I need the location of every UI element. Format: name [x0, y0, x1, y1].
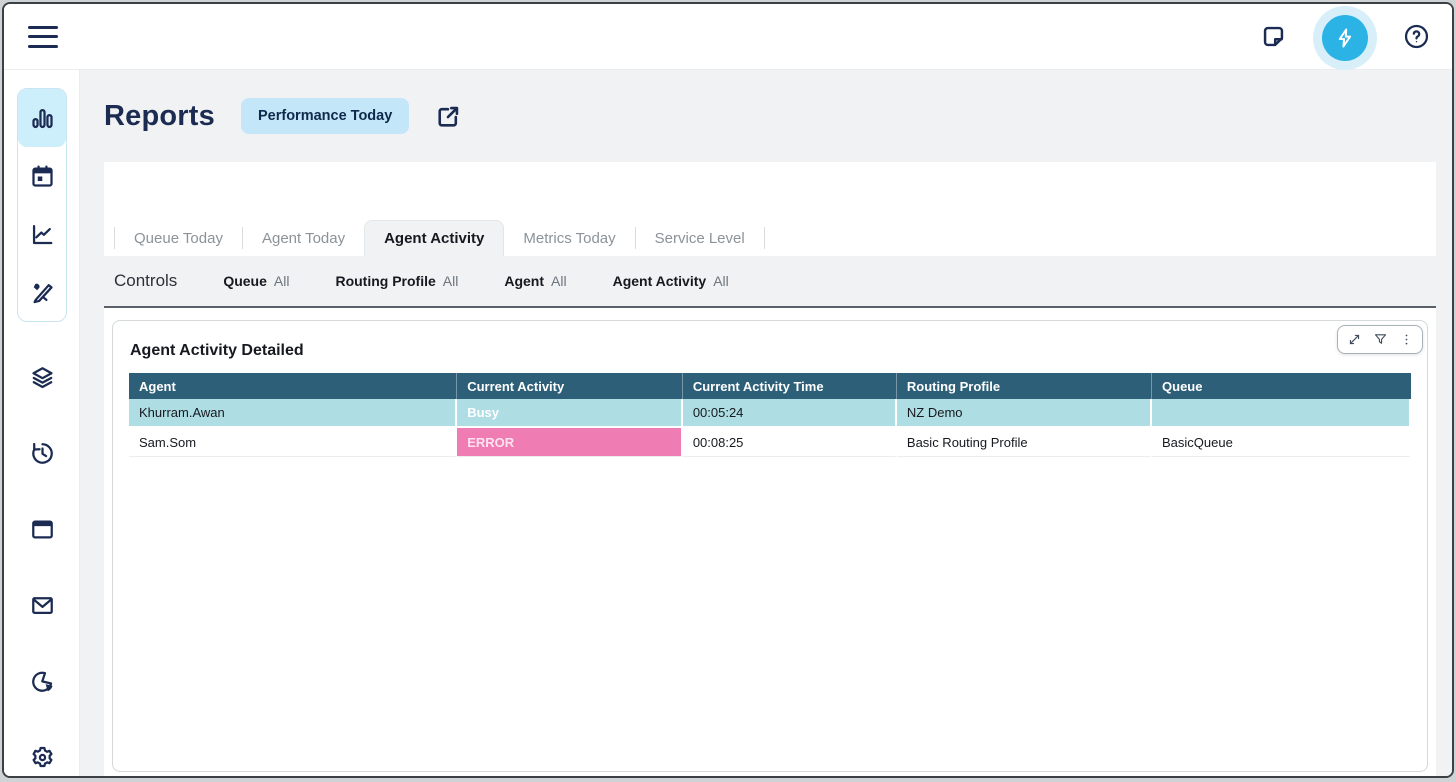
sidebar-item-history[interactable]: [17, 424, 67, 482]
filter-label: Agent Activity: [613, 273, 707, 289]
filter-value: All: [551, 273, 567, 289]
hamburger-menu-icon[interactable]: [28, 26, 58, 48]
lightning-icon: [1322, 15, 1368, 61]
sidebar-reports-group: [17, 88, 67, 322]
filter-queue[interactable]: Queue All: [223, 273, 289, 289]
filter-label: Queue: [223, 273, 267, 289]
column-header-current-activity-time: Current Activity Time: [683, 373, 897, 399]
history-icon: [29, 440, 56, 467]
report-panel: Queue Today Agent Today Agent Activity M…: [104, 162, 1436, 776]
topbar-actions: [1260, 4, 1430, 70]
sidebar-item-design[interactable]: [18, 263, 66, 321]
sidebar-item-schedule[interactable]: [18, 147, 66, 205]
page-title: Reports: [104, 100, 215, 133]
column-header-queue: Queue: [1152, 373, 1411, 399]
bar-chart-icon: [29, 105, 56, 132]
cell-queue: [1152, 399, 1411, 428]
design-brush-icon: [29, 279, 56, 306]
page-header: Reports Performance Today: [104, 92, 462, 140]
sidebar-item-settings[interactable]: [17, 728, 67, 778]
sidebar-item-pie-reports[interactable]: [17, 652, 67, 710]
top-bar: [4, 4, 1452, 70]
window-icon: [29, 516, 56, 543]
tab-service-level[interactable]: Service Level: [636, 220, 764, 256]
filter-routing-profile[interactable]: Routing Profile All: [335, 273, 458, 289]
column-header-agent: Agent: [129, 373, 457, 399]
sidebar-item-analytics[interactable]: [18, 205, 66, 263]
filter-value: All: [443, 273, 459, 289]
filter-value: All: [713, 273, 729, 289]
card-title: Agent Activity Detailed: [113, 321, 1427, 373]
table-row: Khurram.Awan Busy 00:05:24 NZ Demo: [129, 399, 1411, 428]
agent-activity-card: Agent Activity Detailed Agent Current Ac…: [112, 320, 1428, 772]
pie-chart-icon: [29, 668, 56, 695]
line-chart-icon: [29, 221, 56, 248]
controls-label: Controls: [114, 271, 177, 291]
filter-value: All: [274, 273, 290, 289]
controls-bar: Controls Queue All Routing Profile All A…: [104, 256, 1436, 308]
filter-funnel-icon[interactable]: [1367, 327, 1393, 352]
agent-activity-table: Agent Current Activity Current Activity …: [129, 373, 1411, 457]
lightning-assistant-button[interactable]: [1313, 6, 1377, 70]
expand-icon[interactable]: [1341, 327, 1367, 352]
cell-agent: Khurram.Awan: [129, 399, 457, 428]
filter-agent-activity[interactable]: Agent Activity All: [613, 273, 729, 289]
filter-label: Agent: [504, 273, 544, 289]
cell-current-activity-busy: Busy: [457, 399, 683, 428]
sidebar-lower-group: [17, 348, 67, 778]
filter-agent[interactable]: Agent All: [504, 273, 566, 289]
tab-queue-today[interactable]: Queue Today: [115, 220, 242, 256]
cell-routing-profile: NZ Demo: [897, 399, 1152, 428]
cell-routing-profile: Basic Routing Profile: [897, 428, 1152, 457]
tab-metrics-today[interactable]: Metrics Today: [504, 220, 634, 256]
cell-agent: Sam.Som: [129, 428, 457, 457]
sidebar-item-reports[interactable]: [18, 89, 66, 147]
sidebar-item-mail[interactable]: [17, 576, 67, 634]
help-icon[interactable]: [1403, 23, 1430, 50]
report-tabs: Queue Today Agent Today Agent Activity M…: [114, 220, 765, 256]
external-link-icon[interactable]: [435, 103, 462, 130]
main-content: Reports Performance Today Queue Today Ag…: [80, 70, 1452, 776]
tab-agent-activity[interactable]: Agent Activity: [364, 220, 504, 256]
cell-current-activity-time: 00:08:25: [683, 428, 897, 457]
cell-queue: BasicQueue: [1152, 428, 1411, 457]
cell-current-activity-time: 00:05:24: [683, 399, 897, 428]
filter-label: Routing Profile: [335, 273, 435, 289]
cell-current-activity-error: ERROR: [457, 428, 683, 457]
table-row: Sam.Som ERROR 00:08:25 Basic Routing Pro…: [129, 428, 1411, 457]
card-toolbar: [1337, 325, 1423, 354]
table-header-row: Agent Current Activity Current Activity …: [129, 373, 1411, 399]
sidebar-item-layers[interactable]: [17, 348, 67, 406]
layers-icon: [29, 364, 56, 391]
tab-agent-today[interactable]: Agent Today: [243, 220, 364, 256]
app-window: Reports Performance Today Queue Today Ag…: [2, 2, 1454, 778]
sidebar: [4, 70, 80, 776]
mail-icon: [29, 592, 56, 619]
tab-separator: [764, 227, 765, 249]
column-header-current-activity: Current Activity: [457, 373, 683, 399]
kebab-menu-icon[interactable]: [1393, 327, 1419, 352]
column-header-routing-profile: Routing Profile: [897, 373, 1152, 399]
sidebar-item-window[interactable]: [17, 500, 67, 558]
calendar-icon: [29, 163, 56, 190]
performance-today-badge[interactable]: Performance Today: [241, 98, 409, 134]
settings-gear-icon: [29, 744, 56, 771]
note-icon[interactable]: [1260, 23, 1287, 50]
